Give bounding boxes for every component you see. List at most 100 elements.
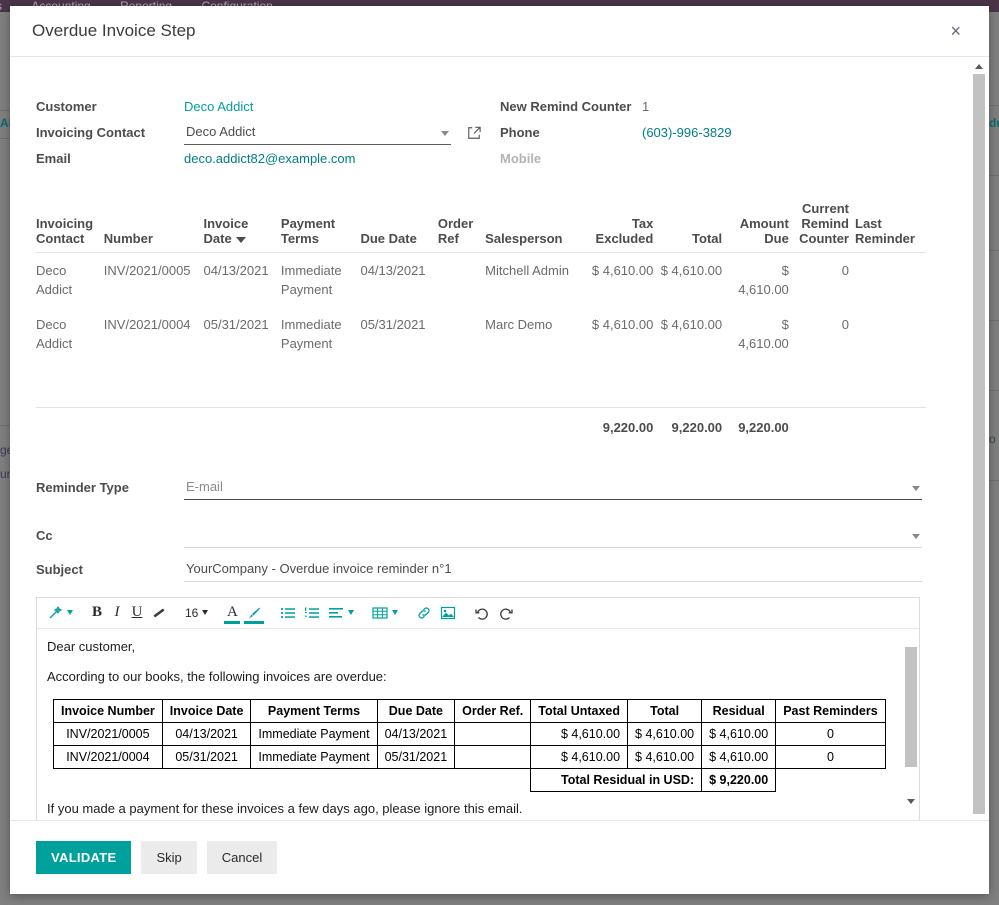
bg-divider — [989, 105, 999, 106]
image-icon[interactable] — [436, 601, 460, 625]
cell-number: INV/2021/0005 — [103, 263, 191, 278]
table-spacer-row — [36, 361, 926, 407]
label-invoicing-contact: Invoicing Contact — [36, 125, 146, 140]
col-order-ref[interactable]: Order Ref — [437, 201, 486, 253]
col-current-remind-counter[interactable]: Current Remind Counter — [794, 201, 855, 253]
table-totals-row: 9,220.00 9,220.00 9,220.00 — [36, 406, 926, 445]
col-last-reminder[interactable]: Last Reminder — [855, 201, 926, 253]
skip-button[interactable]: Skip — [141, 841, 197, 874]
cc-input[interactable] — [184, 523, 922, 548]
external-link-icon[interactable] — [467, 126, 481, 140]
col-salesperson[interactable]: Salesperson — [485, 201, 582, 253]
bg-divider — [989, 320, 999, 321]
col-invoicing-contact[interactable]: Invoicing Contact — [36, 201, 104, 253]
email-cell-total-untaxed: $ 4,610.00 — [530, 744, 629, 769]
scroll-up-icon[interactable] — [973, 60, 985, 72]
dialog-scrollbar[interactable] — [972, 57, 986, 820]
background-color-icon[interactable] — [242, 601, 266, 625]
redo-icon[interactable] — [494, 601, 518, 625]
overdue-invoice-list: Invoicing Contact Number Invoice Date Pa… — [36, 201, 926, 445]
font-size-selector[interactable]: 16 — [181, 601, 212, 625]
col-amount-due[interactable]: Amount Due — [728, 201, 795, 253]
field-customer[interactable]: Deco Addict — [184, 95, 500, 121]
email-greeting: Dear customer, — [47, 638, 136, 654]
font-color-icon[interactable]: A — [222, 601, 242, 625]
strikethrough-icon[interactable] — [147, 601, 171, 625]
email-table-row: INV/2021/0004 05/31/2021 Immediate Payme… — [53, 744, 886, 769]
email-col-total: Total — [627, 698, 703, 723]
col-payment-terms[interactable]: Payment Terms — [280, 201, 361, 253]
editor-scrollbar[interactable] — [904, 629, 918, 820]
label-subject: Subject — [36, 562, 83, 577]
email-value[interactable]: deco.addict82@example.com — [184, 151, 355, 166]
cancel-button[interactable]: Cancel — [206, 841, 278, 874]
bg-divider — [989, 250, 999, 251]
col-total[interactable]: Total — [659, 201, 729, 253]
col-due-date[interactable]: Due Date — [360, 201, 438, 253]
row-subject: Subject — [36, 553, 955, 587]
link-icon[interactable] — [412, 601, 436, 625]
table-row[interactable]: Deco Addict INV/2021/0004 05/31/2021 Imm… — [36, 307, 926, 361]
email-cell-residual: $ 4,610.00 — [701, 744, 777, 769]
editor-scrollbar-thumb[interactable] — [905, 646, 917, 767]
validate-button[interactable]: VALIDATE — [36, 841, 132, 874]
customer-value[interactable]: Deco Addict — [184, 99, 253, 114]
cell-tax-excluded: $ 4,610.00 — [591, 317, 654, 332]
chevron-down-icon[interactable] — [912, 533, 920, 539]
bg-fragment-left-3: ur — [0, 467, 10, 481]
unordered-list-icon[interactable] — [276, 601, 300, 625]
bg-fragment-right-1: du — [989, 116, 999, 130]
table-icon[interactable] — [368, 601, 402, 625]
label-customer: Customer — [36, 99, 97, 114]
email-cell-past-reminders: 0 — [775, 721, 886, 746]
email-cell-invoice-number: INV/2021/0004 — [53, 744, 163, 769]
phone-value[interactable]: (603)-996-3829 — [642, 125, 732, 140]
field-mobile[interactable] — [642, 147, 955, 173]
cell-invoicing-contact: Deco Addict — [36, 317, 73, 351]
email-cell-order-ref — [454, 744, 532, 769]
ordered-list-icon[interactable] — [300, 601, 324, 625]
total-tax-excluded: 9,220.00 — [581, 406, 660, 445]
row-reminder-type: Reminder Type — [36, 471, 955, 505]
email-col-invoice-number: Invoice Number — [53, 698, 163, 723]
cell-order-ref — [438, 307, 485, 361]
editor-scroll-down-icon[interactable] — [907, 798, 915, 819]
email-body-content[interactable]: Dear customer, According to our books, t… — [37, 629, 919, 821]
cell-total: $ 4,610.00 — [660, 263, 723, 278]
label-cc: Cc — [36, 528, 53, 543]
scrollbar-thumb[interactable] — [973, 74, 985, 814]
cell-due-date: 05/31/2021 — [360, 317, 426, 332]
email-cell-residual: $ 4,610.00 — [701, 721, 777, 746]
bg-divider — [989, 480, 999, 481]
close-icon[interactable]: × — [944, 20, 967, 42]
bold-icon[interactable]: B — [87, 601, 107, 625]
reminder-type-select[interactable] — [184, 475, 922, 500]
invoicing-contact-input[interactable] — [184, 121, 451, 145]
cell-salesperson: Marc Demo — [485, 317, 553, 332]
font-size-value: 16 — [185, 605, 199, 620]
italic-icon[interactable]: I — [107, 601, 127, 625]
col-number[interactable]: Number — [103, 201, 204, 253]
cell-last-reminder — [855, 253, 926, 308]
style-magicwand-icon[interactable] — [43, 601, 77, 625]
field-email[interactable]: deco.addict82@example.com — [184, 147, 500, 173]
email-cell-invoice-number: INV/2021/0005 — [53, 721, 163, 746]
field-phone[interactable]: (603)-996-3829 — [642, 121, 955, 147]
table-row[interactable]: Deco Addict INV/2021/0005 04/13/2021 Imm… — [36, 253, 926, 308]
cell-total: $ 4,610.00 — [660, 317, 723, 332]
cell-invoice-date: 05/31/2021 — [203, 317, 269, 332]
col-tax-excluded[interactable]: Tax Excluded — [581, 201, 660, 253]
underline-icon[interactable]: U — [127, 601, 147, 625]
email-col-order-ref: Order Ref. — [454, 698, 532, 723]
cell-payment-terms: Immediate Payment — [280, 317, 342, 351]
subject-input[interactable] — [184, 557, 922, 582]
total-amount-due: 9,220.00 — [728, 406, 795, 445]
undo-icon[interactable] — [470, 601, 494, 625]
navbar-item-0[interactable]: rs — [0, 0, 2, 12]
chevron-down-icon[interactable] — [441, 131, 449, 136]
align-icon[interactable] — [324, 601, 358, 625]
email-cell-total: $ 4,610.00 — [627, 721, 703, 746]
chevron-down-icon[interactable] — [912, 485, 920, 491]
col-invoice-date[interactable]: Invoice Date — [203, 201, 281, 253]
email-intro: According to our books, the following in… — [47, 668, 387, 684]
